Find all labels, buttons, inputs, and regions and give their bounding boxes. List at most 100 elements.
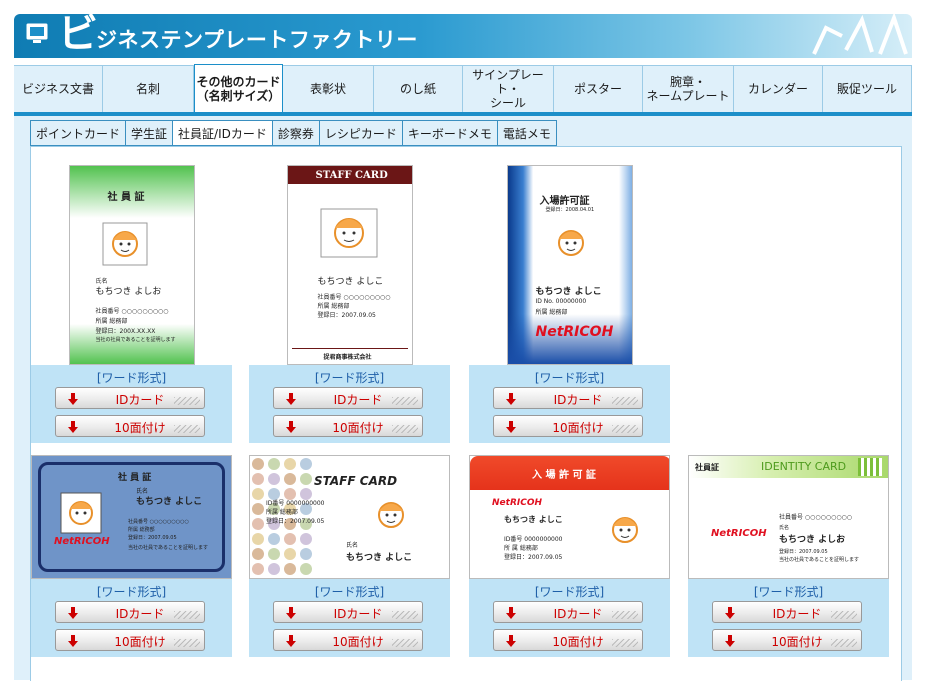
button-stripes: [392, 425, 418, 433]
download-id-card-button[interactable]: IDカード: [493, 601, 643, 623]
character-face-icon: [612, 517, 638, 543]
download-arrow-icon: [286, 635, 296, 647]
card-dept: 所属 総務部: [317, 303, 350, 310]
download-10-up-button[interactable]: 10面付け: [493, 629, 643, 651]
card-id: ID No. 00000000: [535, 298, 587, 305]
download-10-up-button[interactable]: 10面付け: [273, 629, 423, 651]
character-face-icon: [102, 222, 147, 266]
card-name: もちつき よしお: [779, 535, 846, 545]
download-box: [ワード形式] IDカード 10面付け: [249, 579, 450, 657]
netricoh-logo: NetRICOH: [492, 498, 543, 508]
site-title[interactable]: ジネステンプレートファクトリー: [96, 24, 418, 54]
download-id-card-button[interactable]: IDカード: [273, 601, 423, 623]
button-stripes: [612, 639, 638, 647]
card-name: もちつき よしお: [95, 287, 162, 297]
card-company: 捉君商事株式会社: [323, 354, 372, 361]
card-preview-2[interactable]: STAFF CARD もちつき よしこ 社員番号 ○○○○○○○○○ 所属 総務…: [286, 165, 413, 365]
card-left-title: 社員証: [695, 463, 719, 472]
card-name-label: 氏名: [346, 542, 359, 549]
download-10-up-button[interactable]: 10面付け: [55, 629, 205, 651]
template-card-3: 入場許可証 登録日：2008.04.01 もちつき よしこ ID No. 000…: [469, 165, 670, 443]
sub-nav-area: ポイントカード 学生証 社員証/IDカード 診察券 レシピカード キーボードメモ 電話メモ …: [14, 116, 912, 681]
subnav-item-5[interactable]: キーボードメモ: [401, 120, 498, 146]
download-id-card-button[interactable]: IDカード: [273, 387, 423, 409]
card-id: ID番号 0000000000: [266, 500, 325, 507]
card-preview-6[interactable]: 入 場 許 可 証 NetRICOH もちつき よしこ ID番号 0000000…: [469, 455, 670, 579]
download-box: [ワード形式] IDカード 10面付け: [249, 365, 450, 443]
download-arrow-icon: [286, 393, 296, 405]
character-face-icon: [320, 208, 377, 258]
download-arrow-icon: [725, 635, 735, 647]
card-name: もちつき よしこ: [504, 515, 563, 524]
word-format-link[interactable]: [ワード形式]: [249, 369, 450, 386]
download-arrow-icon: [286, 607, 296, 619]
download-10-up-button[interactable]: 10面付け: [55, 415, 205, 437]
card-id: ID番号 0000000000: [504, 536, 563, 543]
download-10-up-button[interactable]: 10面付け: [712, 629, 862, 651]
subnav-item-1[interactable]: 学生証: [125, 120, 174, 146]
button-stripes: [612, 611, 638, 619]
download-id-card-button[interactable]: IDカード: [712, 601, 862, 623]
download-arrow-icon: [725, 607, 735, 619]
nav-item-6[interactable]: ポスター: [554, 66, 643, 112]
button-stripes: [831, 639, 857, 647]
button-stripes: [392, 611, 418, 619]
card-preview-1[interactable]: 社 員 証 氏名 もちつき よしお 社員番号 ○○○○○○○○○ 所属 総務部 …: [68, 165, 195, 365]
card-preview-5[interactable]: STAFF CARD ID番号 0000000000 所属 総務部 登録日：20…: [249, 455, 450, 579]
subnav-item-0[interactable]: ポイントカード: [30, 120, 127, 146]
word-format-link[interactable]: [ワード形式]: [469, 369, 670, 386]
button-stripes: [392, 397, 418, 405]
site-header: ビ ジネステンプレートファクトリー: [14, 14, 912, 58]
card-date: 登録日：2007.09.05: [779, 549, 828, 555]
card-header: 入 場 許 可 証: [532, 470, 596, 481]
logo-letter: ビ: [58, 14, 98, 57]
nav-item-3[interactable]: 表彰状: [283, 66, 374, 112]
download-id-card-button[interactable]: IDカード: [55, 387, 205, 409]
download-box: [ワード形式] IDカード 10面付け: [469, 579, 670, 657]
template-card-4: 社 員 証 氏名 もちつき よしこ 社員番号 ○○○○○○○○○ 所属 総務部 …: [31, 455, 232, 657]
download-box: [ワード形式] IDカード 10面付け: [469, 365, 670, 443]
nav-item-9[interactable]: 販促ツール: [823, 66, 912, 112]
download-id-card-button[interactable]: IDカード: [493, 387, 643, 409]
card-note: 当社の社員であることを証明します: [779, 557, 859, 563]
subnav-item-3[interactable]: 診察券: [271, 120, 320, 146]
netricoh-logo: NetRICOH: [54, 536, 110, 547]
download-id-card-button[interactable]: IDカード: [55, 601, 205, 623]
subnav-item-4[interactable]: レシピカード: [318, 120, 403, 146]
download-10-up-button[interactable]: 10面付け: [273, 415, 423, 437]
subnav-item-6[interactable]: 電話メモ: [496, 120, 557, 146]
word-format-link[interactable]: [ワード形式]: [31, 583, 232, 600]
download-arrow-icon: [506, 393, 516, 405]
nav-item-5[interactable]: サインプレート・ シール: [463, 66, 554, 112]
subnav-item-2[interactable]: 社員証/IDカード: [172, 120, 273, 146]
nav-item-4[interactable]: のし紙: [374, 66, 463, 112]
card-id: 社員番号 ○○○○○○○○○: [779, 514, 853, 521]
card-preview-4[interactable]: 社 員 証 氏名 もちつき よしこ 社員番号 ○○○○○○○○○ 所属 総務部 …: [31, 455, 232, 579]
nav-item-8[interactable]: カレンダー: [734, 66, 823, 112]
card-preview-3[interactable]: 入場許可証 登録日：2008.04.01 もちつき よしこ ID No. 000…: [506, 165, 633, 365]
nav-item-2[interactable]: その他のカード （名刺サイズ）: [194, 64, 283, 112]
download-10-up-button[interactable]: 10面付け: [493, 415, 643, 437]
card-header: STAFF CARD: [314, 474, 398, 488]
card-date: 登録日：2007.09.05: [317, 312, 376, 319]
card-dept: 所属 総務部: [535, 309, 568, 316]
card-dept: 所属 総務部: [128, 527, 155, 533]
nav-item-1[interactable]: 名刺: [103, 66, 194, 112]
word-format-link[interactable]: [ワード形式]: [249, 583, 450, 600]
button-stripes: [174, 611, 200, 619]
button-stripes: [392, 639, 418, 647]
word-format-link[interactable]: [ワード形式]: [469, 583, 670, 600]
button-stripes: [174, 397, 200, 405]
download-box: [ワード形式] IDカード 10面付け: [688, 579, 889, 657]
netricoh-logo: NetRICOH: [535, 324, 614, 340]
download-arrow-icon: [506, 635, 516, 647]
word-format-link[interactable]: [ワード形式]: [31, 369, 232, 386]
card-dept: 所属 総務部: [266, 509, 298, 516]
word-format-link[interactable]: [ワード形式]: [688, 583, 889, 600]
button-stripes: [612, 425, 638, 433]
nav-item-0[interactable]: ビジネス文書: [14, 66, 103, 112]
card-gallery: 社 員 証 氏名 もちつき よしお 社員番号 ○○○○○○○○○ 所属 総務部 …: [30, 146, 902, 681]
card-preview-7[interactable]: 社員証 IDENTITY CARD NetRICOH 社員番号 ○○○○○○○○…: [688, 455, 889, 579]
nav-item-7[interactable]: 腕章・ ネームプレート: [643, 66, 734, 112]
computer-icon: [26, 23, 48, 43]
